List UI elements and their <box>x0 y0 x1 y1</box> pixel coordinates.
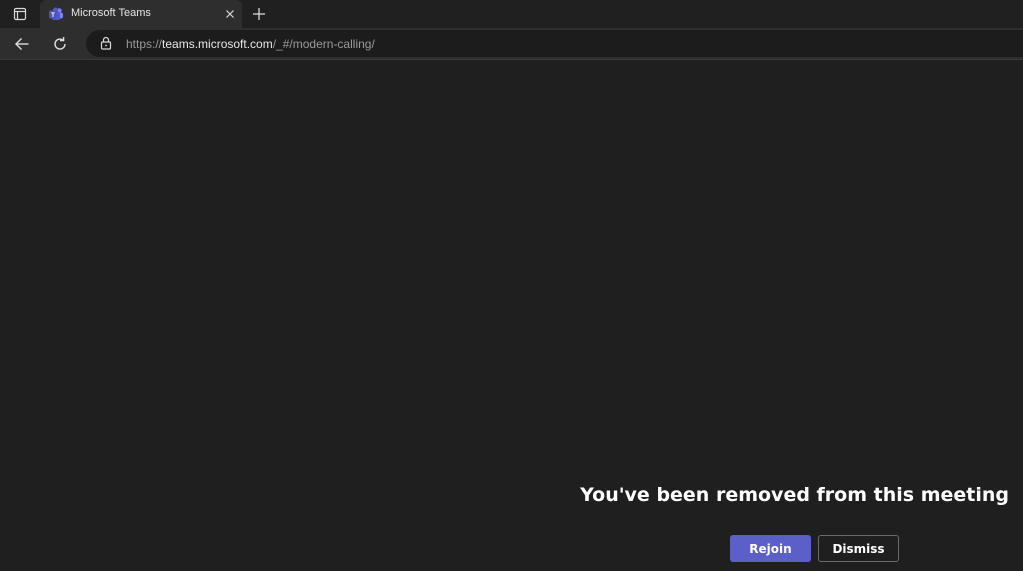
browser-window: T Microsoft Teams https://teams.microsof… <box>0 0 1023 571</box>
rejoin-button[interactable]: Rejoin <box>730 535 811 562</box>
tab-actions-button[interactable] <box>8 4 32 24</box>
lock-icon[interactable] <box>99 36 113 50</box>
back-button[interactable] <box>10 32 34 56</box>
tab-strip: T Microsoft Teams <box>0 0 1023 28</box>
tab-title: Microsoft Teams <box>71 7 151 19</box>
url-scheme: https:// <box>126 37 163 51</box>
back-arrow-icon <box>15 38 29 50</box>
close-icon <box>226 10 234 18</box>
refresh-button[interactable] <box>48 32 72 56</box>
new-tab-button[interactable] <box>249 4 269 24</box>
address-bar[interactable]: https://teams.microsoft.com/_#/modern-ca… <box>86 30 1023 57</box>
removed-from-meeting-message: You've been removed from this meeting <box>580 484 1009 506</box>
url-host: teams.microsoft.com <box>162 37 273 51</box>
close-tab-button[interactable] <box>223 7 237 21</box>
tab-microsoft-teams[interactable]: T Microsoft Teams <box>40 0 242 28</box>
browser-toolbar: https://teams.microsoft.com/_#/modern-ca… <box>0 28 1023 60</box>
meeting-content-area: You've been removed from this meeting Re… <box>0 60 1023 571</box>
plus-icon <box>253 8 265 20</box>
teams-logo-icon: T <box>49 7 63 20</box>
refresh-icon <box>54 37 66 50</box>
svg-text:T: T <box>51 12 55 19</box>
dismiss-button[interactable]: Dismiss <box>818 535 899 562</box>
tab-actions-icon <box>13 7 27 21</box>
url-path: /_#/modern-calling/ <box>272 37 375 51</box>
url-text[interactable]: https://teams.microsoft.com/_#/modern-ca… <box>126 37 375 51</box>
